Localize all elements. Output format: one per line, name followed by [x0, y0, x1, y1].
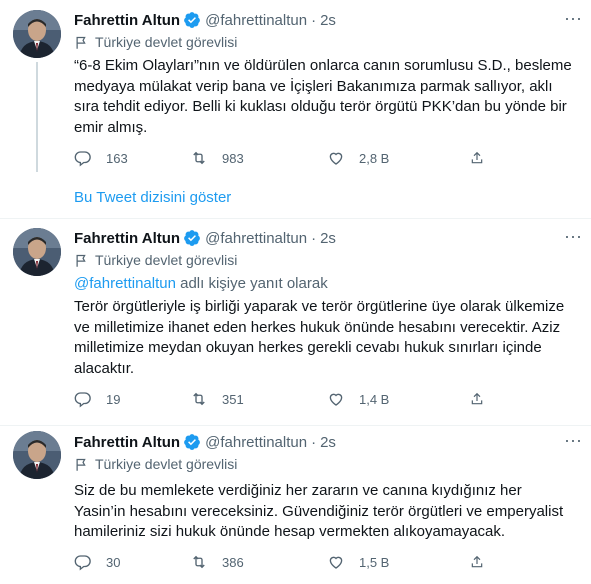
flag-icon — [76, 254, 86, 267]
replying-to: @fahrettinaltun adlı kişiye yanıt olarak — [74, 275, 328, 292]
thread-line — [36, 62, 38, 172]
tweet-actions: 19 351 1,4 B — [74, 389, 504, 409]
account-label-text: Türkiye devlet görevlisi — [95, 456, 238, 472]
share-button[interactable] — [469, 553, 499, 571]
retweet-icon — [193, 392, 205, 406]
like-count: 1,4 B — [359, 391, 390, 407]
more-icon[interactable]: ··· — [563, 227, 583, 250]
account-label[interactable]: Türkiye devlet görevlisi — [74, 455, 237, 473]
author-name[interactable]: Fahrettin Altun — [74, 230, 180, 247]
tweet-2[interactable]: Fahrettin Altun @fahrettinaltun · 2s ···… — [0, 219, 591, 424]
author-handle[interactable]: @fahrettinaltun — [205, 12, 307, 29]
more-icon[interactable]: ··· — [563, 431, 583, 454]
reply-icon — [74, 392, 91, 408]
flag-icon — [76, 458, 86, 471]
like-count: 1,5 B — [359, 554, 390, 570]
reply-button[interactable]: 30 — [74, 553, 190, 571]
tweet-text: Siz de bu memlekete verdiğiniz her zarar… — [74, 482, 564, 540]
retweet-icon — [193, 555, 205, 569]
like-button[interactable]: 1,4 B — [327, 390, 469, 408]
share-icon — [471, 555, 483, 568]
share-button[interactable] — [469, 149, 499, 167]
replying-text: adlı kişiye yanıt olarak — [175, 275, 328, 292]
account-label[interactable]: Türkiye devlet görevlisi — [74, 251, 237, 269]
account-label-text: Türkiye devlet görevlisi — [95, 34, 238, 50]
tweet-actions: 163 983 2,8 B — [74, 148, 504, 168]
more-icon[interactable]: ··· — [563, 9, 583, 32]
account-label[interactable]: Türkiye devlet görevlisi — [74, 33, 237, 51]
tweet-header: Fahrettin Altun @fahrettinaltun · 2s — [74, 432, 581, 452]
reply-icon — [74, 151, 91, 167]
like-button[interactable]: 2,8 B — [327, 149, 469, 167]
tweet-1[interactable]: Fahrettin Altun @fahrettinaltun · 2s ···… — [0, 0, 591, 183]
verified-badge-icon — [184, 12, 200, 28]
heart-icon — [329, 556, 343, 569]
avatar[interactable] — [13, 431, 61, 479]
retweet-icon — [193, 151, 205, 165]
share-button[interactable] — [469, 390, 499, 408]
share-icon — [471, 392, 483, 405]
tweet-actions: 30 386 1,5 B — [74, 552, 504, 572]
like-button[interactable]: 1,5 B — [327, 553, 469, 571]
verified-badge-icon — [184, 434, 200, 450]
author-name[interactable]: Fahrettin Altun — [74, 434, 180, 451]
separator: · — [311, 11, 317, 29]
retweet-count: 983 — [222, 150, 244, 166]
heart-icon — [329, 152, 343, 165]
author-name[interactable]: Fahrettin Altun — [74, 12, 180, 29]
separator: · — [311, 433, 317, 451]
timestamp[interactable]: 2s — [320, 434, 336, 451]
retweet-button[interactable]: 386 — [190, 553, 327, 571]
reply-count: 163 — [106, 150, 128, 166]
avatar[interactable] — [13, 10, 61, 58]
retweet-count: 351 — [222, 391, 244, 407]
separator: · — [311, 229, 317, 247]
retweet-count: 386 — [222, 554, 244, 570]
timestamp[interactable]: 2s — [320, 12, 336, 29]
account-label-text: Türkiye devlet görevlisi — [95, 252, 238, 268]
tweet-header: Fahrettin Altun @fahrettinaltun · 2s — [74, 228, 581, 248]
retweet-button[interactable]: 983 — [190, 149, 327, 167]
tweet-text: Terör örgütleriyle iş birliği yaparak ve… — [74, 298, 565, 377]
reply-button[interactable]: 163 — [74, 149, 190, 167]
flag-icon — [76, 36, 86, 49]
reply-icon — [74, 555, 91, 571]
tweet-header: Fahrettin Altun @fahrettinaltun · 2s — [74, 10, 581, 30]
tweet-3[interactable]: Fahrettin Altun @fahrettinaltun · 2s ···… — [0, 426, 591, 584]
author-handle[interactable]: @fahrettinaltun — [205, 230, 307, 247]
tweet-text: “6-8 Ekim Olayları”nın ve öldürülen onla… — [74, 57, 572, 136]
verified-badge-icon — [184, 230, 200, 246]
reply-button[interactable]: 19 — [74, 390, 190, 408]
show-thread-link[interactable]: Bu Tweet dizisini göster — [74, 189, 231, 206]
reply-count: 30 — [106, 554, 121, 570]
timestamp[interactable]: 2s — [320, 230, 336, 247]
author-handle[interactable]: @fahrettinaltun — [205, 434, 307, 451]
retweet-button[interactable]: 351 — [190, 390, 327, 408]
reply-count: 19 — [106, 391, 121, 407]
replying-mention[interactable]: @fahrettinaltun — [74, 275, 176, 292]
like-count: 2,8 B — [359, 150, 390, 166]
avatar[interactable] — [13, 228, 61, 276]
share-icon — [471, 151, 483, 164]
heart-icon — [329, 393, 343, 406]
